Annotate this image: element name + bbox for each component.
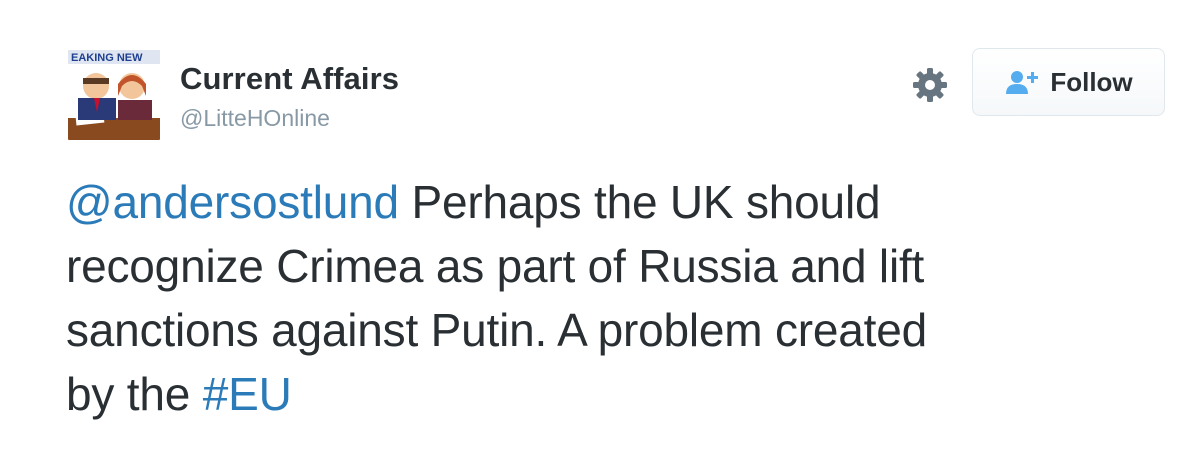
tweet-line-3: sanctions against Putin. A problem creat… [66,304,928,356]
tweet-line-4-text: by the [66,368,203,420]
follow-button[interactable]: Follow [972,48,1165,116]
gear-icon[interactable] [911,66,949,104]
tweet-line-4: by the #EU [66,362,1166,426]
tweet-text: @andersostlund Perhaps the UK should rec… [66,170,1166,426]
avatar-image: EAKING NEW [66,46,162,142]
follow-label: Follow [1050,66,1133,97]
avatar-banner-text: EAKING NEW [71,52,143,64]
account-name[interactable]: Current Affairs [180,61,399,97]
add-user-icon [1004,68,1040,96]
tweet-card: EAKING NEW Current Affairs @LitteHOnline [0,0,1200,458]
tweet-line-1: @andersostlund Perhaps the UK should [66,170,1166,234]
tweet-line-2: recognize Crimea as part of Russia and l… [66,240,925,292]
avatar[interactable]: EAKING NEW [66,46,162,142]
mention-link[interactable]: @andersostlund [66,176,399,228]
account-handle[interactable]: @LitteHOnline [180,105,330,132]
tweet-line-1-text: Perhaps the UK should [398,176,881,228]
hashtag-link[interactable]: #EU [203,368,292,420]
